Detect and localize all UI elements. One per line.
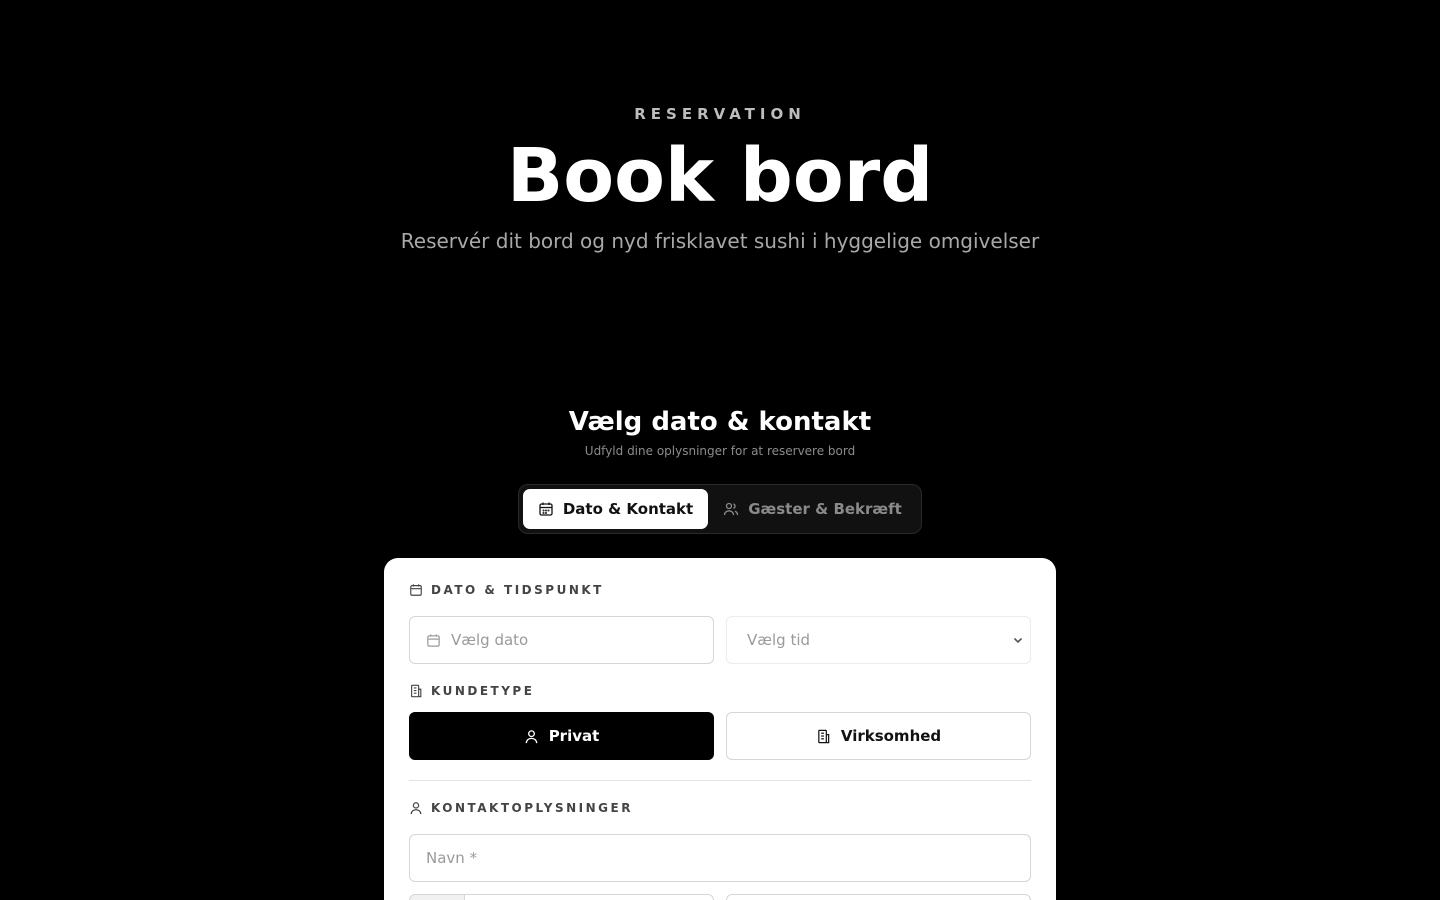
users-icon: [724, 502, 739, 516]
tab-guests-confirm[interactable]: Gæster & Bekræft: [708, 489, 917, 529]
page-title: Book bord: [506, 133, 934, 219]
building-icon: [411, 684, 422, 698]
time-select[interactable]: Vælg tid: [726, 616, 1031, 664]
chevron-down-icon: [1013, 637, 1023, 644]
reservation-form-card: DATO & TIDSPUNKT Vælg dato Vælg tid KUND…: [384, 558, 1056, 900]
calendar-icon: [427, 633, 440, 647]
tab-label: Dato & Kontakt: [562, 500, 694, 518]
date-time-section-label: DATO & TIDSPUNKT: [409, 583, 604, 597]
section-title: Vælg dato & kontakt: [568, 407, 872, 437]
calendar-icon: [410, 584, 422, 596]
button-label: Privat: [548, 727, 600, 745]
name-input[interactable]: Navn *: [409, 834, 1031, 882]
phone-prefix-select[interactable]: [409, 894, 465, 900]
contact-section-label: KONTAKTOPLYSNINGER: [409, 801, 633, 815]
name-placeholder: Navn *: [426, 849, 478, 867]
hero-subtitle: Reservér dit bord og nyd frisklavet sush…: [400, 229, 1040, 253]
label-text: DATO & TIDSPUNKT: [431, 583, 604, 597]
email-input[interactable]: [726, 894, 1031, 900]
user-icon: [410, 802, 422, 815]
customer-type-business-button[interactable]: Virksomhed: [726, 712, 1031, 760]
button-label: Virksomhed: [840, 727, 942, 745]
tab-date-contact[interactable]: Dato & Kontakt: [523, 489, 709, 529]
hero-eyebrow: RESERVATION: [634, 105, 806, 123]
customer-type-private-button[interactable]: Privat: [409, 712, 714, 760]
date-input[interactable]: Vælg dato: [409, 616, 714, 664]
phone-input[interactable]: [464, 894, 714, 900]
building-icon: [818, 729, 830, 743]
divider: [409, 780, 1031, 781]
time-placeholder: Vælg tid: [747, 631, 811, 649]
section-subtitle: Udfyld dine oplysninger for at reservere…: [584, 444, 856, 458]
customer-type-section-label: KUNDETYPE: [409, 684, 534, 698]
label-text: KUNDETYPE: [431, 684, 535, 698]
step-tabs: Dato & Kontakt Gæster & Bekræft: [518, 484, 922, 534]
user-icon: [525, 729, 537, 743]
date-placeholder: Vælg dato: [451, 631, 529, 649]
calendar-icon: [539, 502, 553, 516]
tab-label: Gæster & Bekræft: [748, 500, 902, 518]
label-text: KONTAKTOPLYSNINGER: [431, 801, 633, 815]
